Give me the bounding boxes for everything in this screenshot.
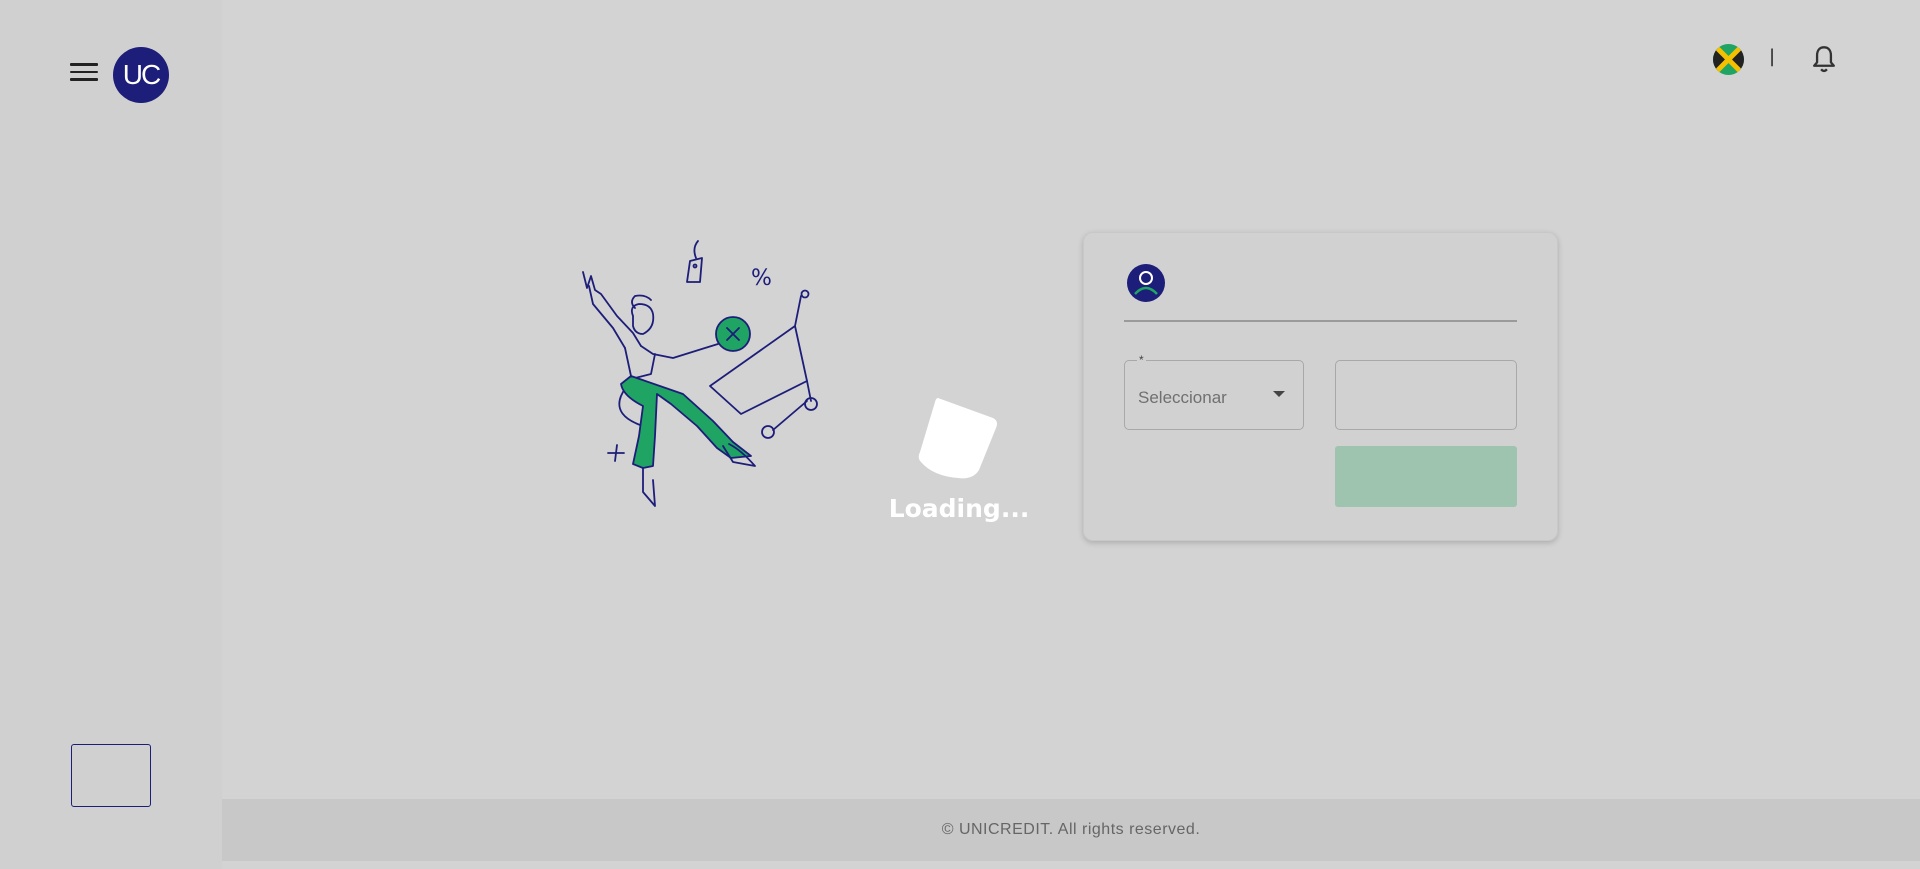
select-value: Seleccionar [1138,388,1227,407]
svg-text:%: % [751,266,772,291]
text-input-field[interactable] [1335,360,1517,430]
footer: © UNICREDIT. All rights reserved. [222,799,1920,861]
submit-button[interactable] [1335,446,1517,507]
jamaica-flag-icon[interactable] [1713,44,1744,75]
loading-text: Loading... [888,494,1030,523]
hamburger-menu-icon[interactable] [70,63,98,85]
shopping-illustration: % [573,236,833,536]
form-card: * Seleccionar [1083,232,1558,541]
type-select[interactable]: * Seleccionar [1124,353,1304,430]
card-divider [1124,320,1517,322]
copyright-text: © UNICREDIT. All rights reserved. [941,821,1201,838]
sidebar-action-button[interactable] [71,744,151,807]
notification-bell-icon[interactable] [1810,45,1838,75]
logo-text: UC [122,59,161,90]
unicredit-logo[interactable]: UC [113,47,169,103]
chevron-down-icon [1273,391,1285,397]
loading-spinner-icon [918,398,997,479]
user-avatar-icon [1127,264,1165,302]
required-mark: * [1137,353,1146,367]
loading-indicator: Loading... [880,380,1030,530]
sidebar: UC [0,0,222,869]
topbar-divider: | [1769,46,1776,67]
